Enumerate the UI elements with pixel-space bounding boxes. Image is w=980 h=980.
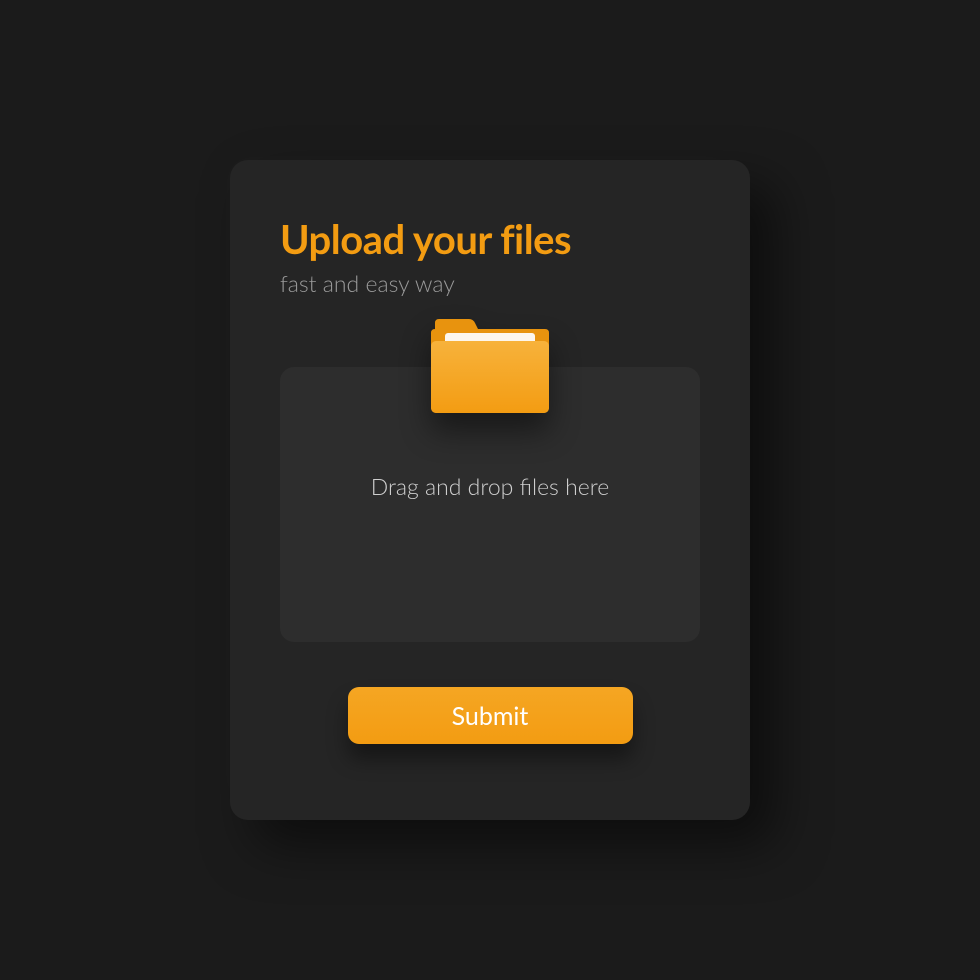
upload-card: Upload your files fast and easy way <box>230 160 750 820</box>
submit-button[interactable]: Submit <box>348 687 633 744</box>
dropzone-text: Drag and drop files here <box>371 472 609 500</box>
card-title: Upload your files <box>280 215 700 263</box>
card-subtitle: fast and easy way <box>280 269 700 297</box>
folder-icon <box>431 319 549 419</box>
file-dropzone[interactable]: Drag and drop files here <box>280 367 700 642</box>
